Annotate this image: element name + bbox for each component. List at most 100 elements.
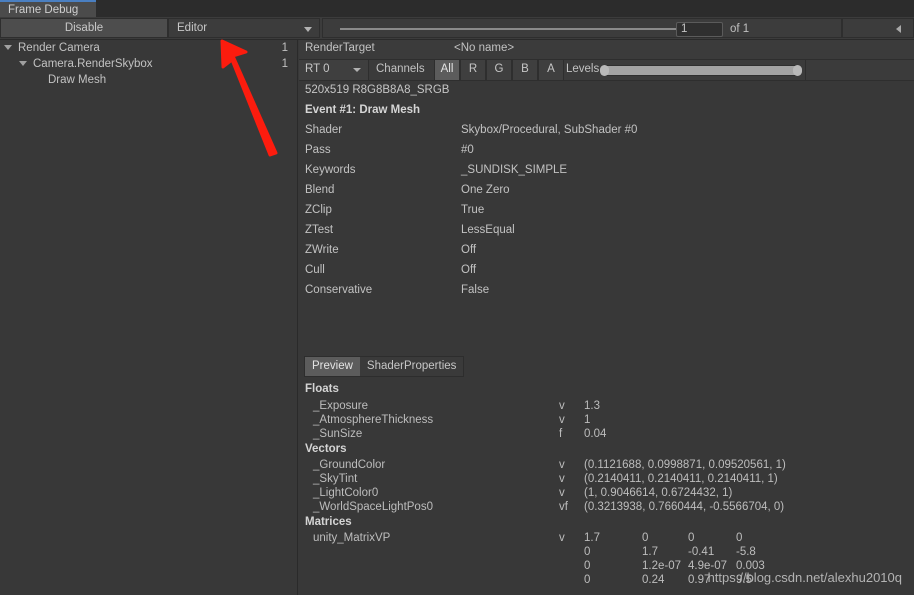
shader-prop-name: unity_MatrixVP [313, 532, 391, 544]
shader-prop-type: v [559, 414, 565, 426]
chevron-down-icon[interactable] [4, 45, 12, 50]
tree-item-count: 1 [281, 42, 288, 54]
event-index-input[interactable]: 1 [676, 22, 723, 37]
channel-button-label: A [547, 63, 555, 75]
matrix-cell: 1.7 [642, 546, 658, 558]
channel-button-label: R [468, 63, 478, 75]
section-title-matrices: Matrices [305, 516, 352, 528]
detail-subtabs: Preview ShaderProperties [304, 356, 465, 377]
shader-vector-row: _WorldSpaceLightPos0 vf (0.3213938, 0.76… [299, 501, 914, 515]
property-key: Keywords [305, 164, 356, 176]
render-target-toolbar-filler [805, 60, 914, 80]
tab-preview[interactable]: Preview [305, 357, 360, 376]
section-title-vectors: Vectors [305, 443, 347, 455]
property-key: ZClip [305, 204, 332, 216]
tab-frame-debug-label: Frame Debug [8, 4, 79, 16]
shader-prop-value: 1 [584, 414, 591, 426]
property-key: Cull [305, 264, 325, 276]
tree-item-draw-mesh[interactable]: Draw Mesh [0, 72, 297, 88]
matrix-cell: -5.8 [736, 546, 756, 558]
tree-item-label: Camera.RenderSkybox [33, 58, 153, 70]
render-target-size-format: 520x519 R8G8B8A8_SRGB [305, 84, 450, 96]
render-target-toolbar: RT 0 Channels All R G B A Levels [299, 60, 914, 81]
property-value: Off [461, 264, 477, 276]
event-total-label: of 1 [730, 23, 750, 35]
channel-button-a[interactable]: A [538, 60, 564, 80]
window-tab-strip: Frame Debug [0, 0, 914, 17]
levels-fill [603, 66, 799, 75]
event-scrubber-slider[interactable]: 1 of 1 [322, 18, 842, 38]
property-row-ztest: ZTest LessEqual [305, 224, 905, 244]
property-row-blend: Blend One Zero [305, 184, 905, 204]
levels-range-slider[interactable] [600, 65, 802, 76]
matrix-cell: 0 [642, 532, 649, 544]
shader-float-row: _SunSize f 0.04 [299, 428, 914, 442]
channel-button-label: B [521, 63, 529, 75]
shader-prop-type: vf [559, 501, 568, 513]
channel-button-b[interactable]: B [512, 60, 538, 80]
tab-shader-properties[interactable]: ShaderProperties [359, 357, 464, 376]
property-value: Skybox/Procedural, SubShader #0 [461, 124, 638, 136]
property-key: ZTest [305, 224, 334, 236]
property-value: LessEqual [461, 224, 515, 236]
shader-prop-name: _Exposure [313, 400, 368, 412]
event-scrubber-track [340, 28, 678, 30]
property-row-conservative: Conservative False [305, 284, 905, 304]
shader-float-row: _Exposure v 1.3 [299, 400, 914, 414]
channel-button-g[interactable]: G [486, 60, 512, 80]
tab-frame-debug[interactable]: Frame Debug [0, 0, 96, 17]
matrix-cell: 0 [584, 560, 591, 572]
channel-button-r[interactable]: R [460, 60, 486, 80]
levels-min-handle[interactable] [600, 65, 609, 76]
shader-prop-name: _AtmosphereThickness [313, 414, 434, 426]
shader-prop-value: (0.1121688, 0.0998871, 0.09520561, 1) [584, 459, 786, 471]
matrix-cell: 1.2e-07 [642, 560, 682, 572]
shader-prop-type: v [559, 532, 565, 544]
property-row-keywords: Keywords _SUNDISK_SIMPLE [305, 164, 905, 184]
channel-button-label: G [494, 63, 504, 75]
disable-button[interactable]: Disable [0, 18, 168, 38]
event-tree-panel[interactable]: Render Camera 1 Camera.RenderSkybox 1 Dr… [0, 40, 298, 595]
section-title-floats: Floats [305, 383, 339, 395]
target-dropdown[interactable]: Editor [168, 18, 320, 38]
render-target-header: RenderTarget <No name> [299, 40, 914, 60]
property-value: One Zero [461, 184, 510, 196]
tab-shader-properties-label: ShaderProperties [366, 360, 457, 372]
shader-vector-row: _SkyTint v (0.2140411, 0.2140411, 0.2140… [299, 473, 914, 487]
target-dropdown-value: Editor [177, 22, 208, 34]
matrix-cell: 0 [736, 532, 743, 544]
shader-prop-type: v [559, 459, 565, 471]
property-row-pass: Pass #0 [305, 144, 905, 164]
tree-item-render-camera[interactable]: Render Camera 1 [0, 40, 297, 56]
previous-event-button[interactable] [842, 18, 914, 38]
event-title: Event #1: Draw Mesh [305, 104, 421, 116]
property-value: False [461, 284, 490, 296]
shader-prop-name: _SunSize [313, 428, 363, 440]
levels-label: Levels [566, 63, 600, 75]
shader-vector-row: _GroundColor v (0.1121688, 0.0998871, 0.… [299, 459, 914, 473]
matrix-cell: 0 [584, 546, 591, 558]
channel-button-all[interactable]: All [434, 60, 460, 80]
shader-prop-name: _SkyTint [313, 473, 358, 485]
levels-max-handle[interactable] [793, 65, 802, 76]
matrix-cell: -0.41 [688, 546, 715, 558]
event-index-value: 1 [681, 23, 688, 35]
property-key: Pass [305, 144, 331, 156]
shader-prop-type: f [559, 428, 563, 440]
property-value: _SUNDISK_SIMPLE [461, 164, 568, 176]
tree-item-label: Draw Mesh [48, 74, 107, 86]
shader-prop-value: (1, 0.9046614, 0.6724432, 1) [584, 487, 733, 499]
shader-prop-name: _WorldSpaceLightPos0 [313, 501, 433, 513]
matrix-cell: 0.24 [642, 574, 665, 586]
shader-prop-type: v [559, 400, 565, 412]
property-row-shader: Shader Skybox/Procedural, SubShader #0 [305, 124, 905, 144]
shader-prop-type: v [559, 487, 565, 499]
rt-select-dropdown[interactable]: RT 0 [299, 60, 369, 80]
tree-item-camera-renderskybox[interactable]: Camera.RenderSkybox 1 [0, 56, 297, 72]
channel-button-label: All [440, 63, 454, 75]
chevron-down-icon[interactable] [19, 61, 27, 66]
property-key: Blend [305, 184, 335, 196]
property-value: #0 [461, 144, 474, 156]
shader-float-row: _AtmosphereThickness v 1 [299, 414, 914, 428]
property-row-cull: Cull Off [305, 264, 905, 284]
